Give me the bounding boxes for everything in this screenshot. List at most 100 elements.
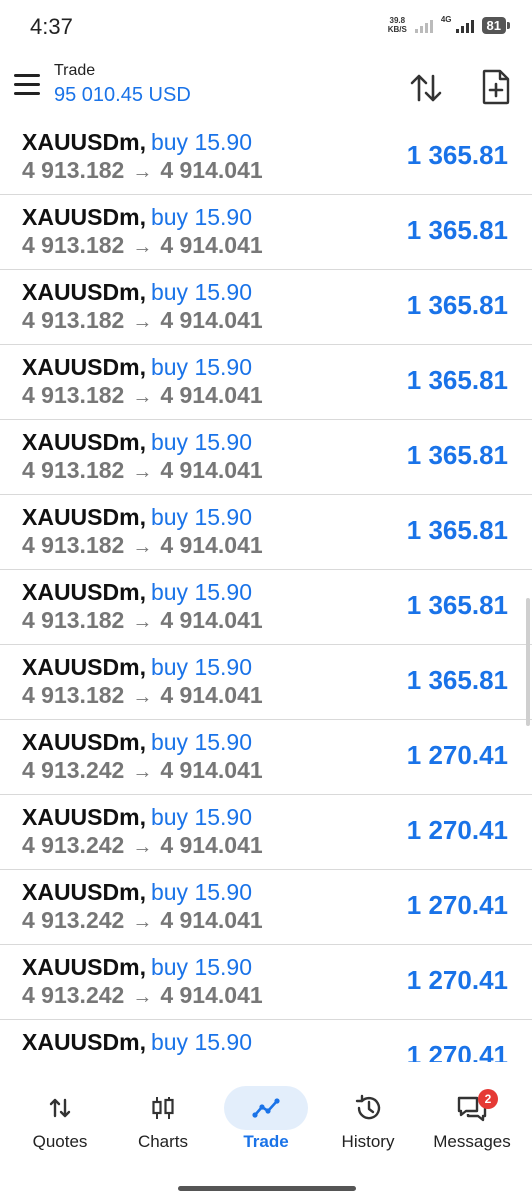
bottom-navigation: Quotes Charts Trade History 2 Messages	[0, 1062, 532, 1200]
position-separator: ,	[139, 879, 146, 905]
arrow-right-icon: →	[132, 836, 153, 858]
position-current-price: 4 914.041	[160, 907, 263, 933]
position-profit: 1 270.41	[406, 740, 508, 770]
position-side: buy 15.90	[150, 204, 252, 230]
position-profit: 1 365.81	[406, 590, 508, 620]
position-symbol: XAUUSDm	[22, 729, 140, 755]
signal-weak-icon	[414, 17, 433, 33]
position-symbol: XAUUSDm	[22, 1029, 140, 1055]
position-current-price: 4 914.041	[160, 457, 263, 483]
position-symbol: XAUUSDm	[22, 879, 140, 905]
position-symbol-line: XAUUSDm, buy 15.90	[22, 429, 252, 456]
network-speed-unit: KB/S	[387, 25, 407, 34]
position-row[interactable]: XAUUSDm,buy 15.904 913.242→4 914.0411 27…	[0, 870, 532, 945]
arrow-right-icon: →	[132, 986, 153, 1008]
title-block: Trade 95 010.45 USD	[54, 62, 191, 107]
position-row[interactable]: XAUUSDm,buy 15.904 913.242→4 914.0411 27…	[0, 945, 532, 1020]
position-open-price: 4 913.242	[22, 757, 125, 783]
position-profit: 1 365.81	[406, 365, 508, 395]
position-open-price: 4 913.242	[22, 832, 125, 858]
position-separator: ,	[139, 579, 146, 605]
position-row[interactable]: XAUUSDm,buy 15.904 913.242→4 914.0411 27…	[0, 795, 532, 870]
position-row[interactable]: XAUUSDm, buy 15.90 4 913.182 → 4 914.041 1 36…	[0, 270, 532, 345]
position-open-price: 4 913.182	[22, 232, 125, 258]
position-side: buy 15.90	[150, 729, 252, 755]
nav-charts[interactable]: Charts	[111, 1086, 215, 1152]
position-row[interactable]: XAUUSDm, buy 15.90 4 913.182 → 4 914.041 1 36…	[0, 122, 532, 195]
position-side: buy 15.90	[150, 804, 252, 830]
position-symbol-line: XAUUSDm, buy 15.90	[22, 954, 252, 981]
position-symbol-line: XAUUSDm, buy 15.90	[22, 354, 252, 381]
position-separator: ,	[139, 279, 146, 305]
position-profit: 1 365.81	[406, 665, 508, 695]
position-side: buy 15.90	[150, 129, 252, 155]
position-row[interactable]: XAUUSDm,buy 15.904 913.242→4 914.0411 27…	[0, 1020, 532, 1062]
position-symbol: XAUUSDm	[22, 429, 140, 455]
position-symbol: XAUUSDm	[22, 279, 140, 305]
scrollbar[interactable]	[526, 598, 530, 726]
position-price-line: 4 913.182 → 4 914.041	[22, 682, 263, 709]
position-price-line: 4 913.242 → 4 914.041	[22, 982, 263, 1009]
position-side: buy 15.90	[150, 279, 252, 305]
position-row[interactable]: XAUUSDm, buy 15.90 4 913.182 → 4 914.041 1 36…	[0, 570, 532, 645]
position-open-price: 4 913.182	[22, 382, 125, 408]
position-current-price: 4 914.041	[160, 157, 263, 183]
position-price-line: 4 913.242 → 4 914.041	[22, 757, 263, 784]
position-side: buy 15.90	[150, 579, 252, 605]
home-indicator[interactable]	[178, 1186, 356, 1191]
nav-trade[interactable]: Trade	[214, 1086, 318, 1152]
position-symbol-line: XAUUSDm, buy 15.90	[22, 804, 252, 831]
nav-quotes[interactable]: Quotes	[8, 1086, 112, 1152]
network-type: 4G	[440, 14, 452, 24]
battery-icon: 81	[481, 16, 511, 34]
charts-icon	[111, 1086, 215, 1130]
nav-messages[interactable]: 2 Messages	[420, 1086, 524, 1152]
position-open-price: 4 913.182	[22, 607, 125, 633]
position-profit: 1 365.81	[406, 215, 508, 245]
position-profit: 1 365.81	[406, 440, 508, 470]
position-symbol: XAUUSDm	[22, 504, 140, 530]
history-icon	[316, 1086, 420, 1130]
add-document-icon[interactable]	[478, 68, 514, 106]
position-row[interactable]: XAUUSDm, buy 15.90 4 913.182 → 4 914.041 1 36…	[0, 195, 532, 270]
account-balance: 95 010.45 USD	[54, 84, 191, 106]
sort-icon[interactable]	[408, 70, 444, 106]
position-row[interactable]: XAUUSDm, buy 15.90 4 913.182 → 4 914.041 1 36…	[0, 420, 532, 495]
position-open-price: 4 913.182	[22, 157, 125, 183]
position-side: buy 15.90	[150, 654, 252, 680]
position-symbol: XAUUSDm	[22, 129, 140, 155]
position-symbol-line: XAUUSDm, buy 15.90	[22, 129, 252, 156]
position-row[interactable]: XAUUSDm,buy 15.904 913.242→4 914.0411 27…	[0, 720, 532, 795]
messages-badge: 2	[478, 1089, 498, 1109]
position-profit: 1 365.81	[406, 290, 508, 320]
arrow-right-icon: →	[132, 761, 153, 783]
quotes-icon	[8, 1086, 112, 1130]
position-price-line: 4 913.182 → 4 914.041	[22, 157, 263, 184]
position-open-price: 4 913.182	[22, 457, 125, 483]
position-open-price: 4 913.242	[22, 982, 125, 1008]
status-indicators: 39.8 KB/S 4G 81	[388, 14, 511, 34]
nav-history-label: History	[341, 1132, 395, 1151]
battery-level: 81	[486, 17, 501, 33]
position-price-line: 4 913.182 → 4 914.041	[22, 607, 263, 634]
menu-icon[interactable]	[14, 74, 40, 96]
position-current-price: 4 914.041	[160, 982, 263, 1008]
position-row[interactable]: XAUUSDm, buy 15.90 4 913.182 → 4 914.041 1 36…	[0, 495, 532, 570]
position-symbol-line: XAUUSDm, buy 15.90	[22, 879, 252, 906]
nav-history[interactable]: History	[316, 1086, 420, 1152]
positions-list[interactable]: XAUUSDm, buy 15.90 4 913.182 → 4 914.041 1 36…	[0, 122, 532, 1062]
position-current-price: 4 914.041	[160, 682, 263, 708]
position-row[interactable]: XAUUSDm, buy 15.90 4 913.182 → 4 914.041 1 36…	[0, 345, 532, 420]
position-row[interactable]: XAUUSDm, buy 15.90 4 913.182 → 4 914.041 1 36…	[0, 645, 532, 720]
position-side: buy 15.90	[150, 1029, 252, 1055]
position-profit: 1 270.41	[406, 815, 508, 845]
arrow-right-icon: →	[132, 311, 153, 333]
position-symbol-line: XAUUSDm, buy 15.90	[22, 279, 252, 306]
position-side: buy 15.90	[150, 879, 252, 905]
arrow-right-icon: →	[132, 461, 153, 483]
position-symbol: XAUUSDm	[22, 804, 140, 830]
position-current-price: 4 914.041	[160, 382, 263, 408]
arrow-right-icon: →	[132, 686, 153, 708]
network-speed: 39.8 KB/S	[388, 16, 407, 34]
position-separator: ,	[139, 1029, 146, 1055]
